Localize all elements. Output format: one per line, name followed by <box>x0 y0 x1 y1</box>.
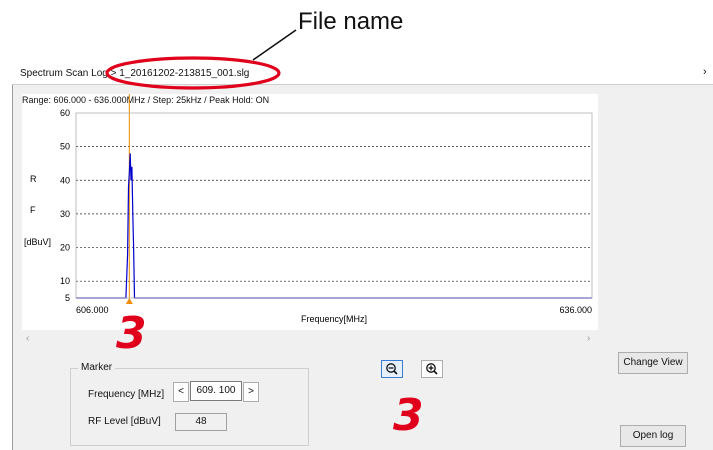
zoom-in-icon <box>426 363 438 375</box>
x-tick-label-max: 636.000 <box>559 305 592 315</box>
frequency-label: Frequency [MHz] <box>88 389 165 400</box>
plot-area <box>75 112 593 299</box>
marker-group <box>70 368 309 446</box>
marker-group-title: Marker <box>78 362 116 373</box>
y-tick-label: 10 <box>60 276 70 286</box>
y-axis-label-part: [dBuV] <box>24 237 51 247</box>
y-axis-label-part: R <box>30 174 37 184</box>
frequency-marker-triangle <box>125 298 133 304</box>
horizontal-scrollbar[interactable] <box>22 333 598 346</box>
frequency-input[interactable]: 609. 100 <box>190 381 242 401</box>
scroll-left-icon[interactable]: ‹ <box>26 333 29 344</box>
callout-ellipse <box>105 56 281 90</box>
zoom-out-icon <box>386 363 398 375</box>
callout-pointer-line <box>252 29 297 61</box>
step-number-annotation: 3 <box>116 308 147 359</box>
callout-label: File name <box>298 8 404 35</box>
chart-grid <box>76 146 592 282</box>
y-tick-label: 20 <box>60 243 70 253</box>
spectrum-chart[interactable]: 5 10 20 30 40 50 60 R F [dBuV] 606.000 636.000 F… <box>22 94 598 330</box>
zoom-in-button[interactable] <box>421 360 443 378</box>
y-axis-label-part: F <box>30 205 36 215</box>
y-tick-label: 30 <box>60 209 70 219</box>
step-number-annotation: 3 <box>393 390 424 441</box>
y-tick-label: 40 <box>60 175 70 185</box>
x-tick-label-min: 606.000 <box>76 305 109 315</box>
y-tick-label: 50 <box>60 142 70 152</box>
frequency-decrease-button[interactable]: < <box>173 382 189 402</box>
y-tick-label: 5 <box>65 293 70 303</box>
open-log-button[interactable]: Open log <box>620 425 686 447</box>
x-axis-label: Frequency[MHz] <box>301 314 367 324</box>
change-view-button[interactable]: Change View <box>618 352 688 374</box>
y-tick-labels: 5 10 20 30 40 50 60 <box>60 108 70 303</box>
y-axis-label: R F [dBuV] <box>24 174 51 247</box>
frequency-increase-button[interactable]: > <box>243 382 259 402</box>
rf-level-value: 48 <box>175 413 227 431</box>
scroll-right-icon[interactable]: › <box>587 333 590 344</box>
spectrum-trace <box>76 153 592 299</box>
rf-level-label: RF Level [dBuV] <box>88 416 161 427</box>
y-tick-label: 60 <box>60 108 70 118</box>
zoom-out-button[interactable] <box>381 360 403 378</box>
